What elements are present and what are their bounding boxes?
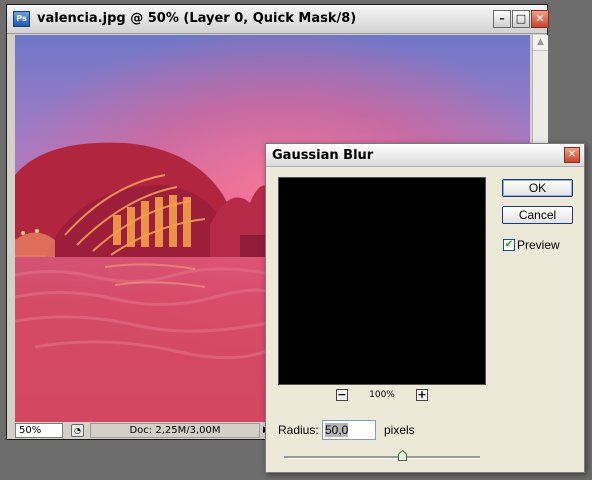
minimize-icon[interactable]: – [493, 10, 511, 28]
radius-value: 50,0 [325, 423, 349, 437]
dialog-close-icon[interactable]: ✕ [564, 147, 580, 163]
blur-preview[interactable] [278, 177, 486, 385]
gaussian-blur-dialog: Gaussian Blur ✕ − 100% + OK Cancel ✔ Pre… [265, 143, 585, 473]
ok-button[interactable]: OK [502, 179, 573, 197]
photoshop-icon: Ps [13, 11, 30, 27]
radius-slider-thumb[interactable] [397, 450, 407, 461]
zoom-out-icon[interactable]: − [336, 389, 348, 401]
document-titlebar[interactable]: Ps valencia.jpg @ 50% (Layer 0, Quick Ma… [7, 5, 549, 34]
maximize-icon[interactable]: □ [512, 10, 530, 28]
dialog-titlebar[interactable]: Gaussian Blur ✕ [266, 144, 584, 167]
zoom-in-icon[interactable]: + [416, 389, 428, 401]
radius-slider-track[interactable] [284, 456, 480, 459]
close-icon[interactable]: ✕ [531, 10, 549, 28]
radius-input[interactable]: 50,0 [322, 420, 376, 440]
preview-label: Preview [517, 238, 560, 252]
radius-unit-label: pixels [384, 423, 415, 437]
cancel-button[interactable]: Cancel [502, 206, 573, 224]
status-menu-icon[interactable]: ◔ [71, 424, 84, 437]
scroll-up-icon[interactable]: ▲ [533, 35, 548, 51]
radius-label: Radius: [278, 423, 319, 437]
dialog-title: Gaussian Blur [272, 148, 374, 163]
document-title: valencia.jpg @ 50% (Layer 0, Quick Mask/… [37, 11, 357, 26]
preview-checkbox[interactable]: ✔ [503, 239, 515, 251]
zoom-level-field[interactable]: 50% [15, 423, 63, 438]
preview-zoom-level: 100% [369, 390, 395, 400]
document-size-info: Doc: 2,25M/3,00M [90, 423, 260, 438]
